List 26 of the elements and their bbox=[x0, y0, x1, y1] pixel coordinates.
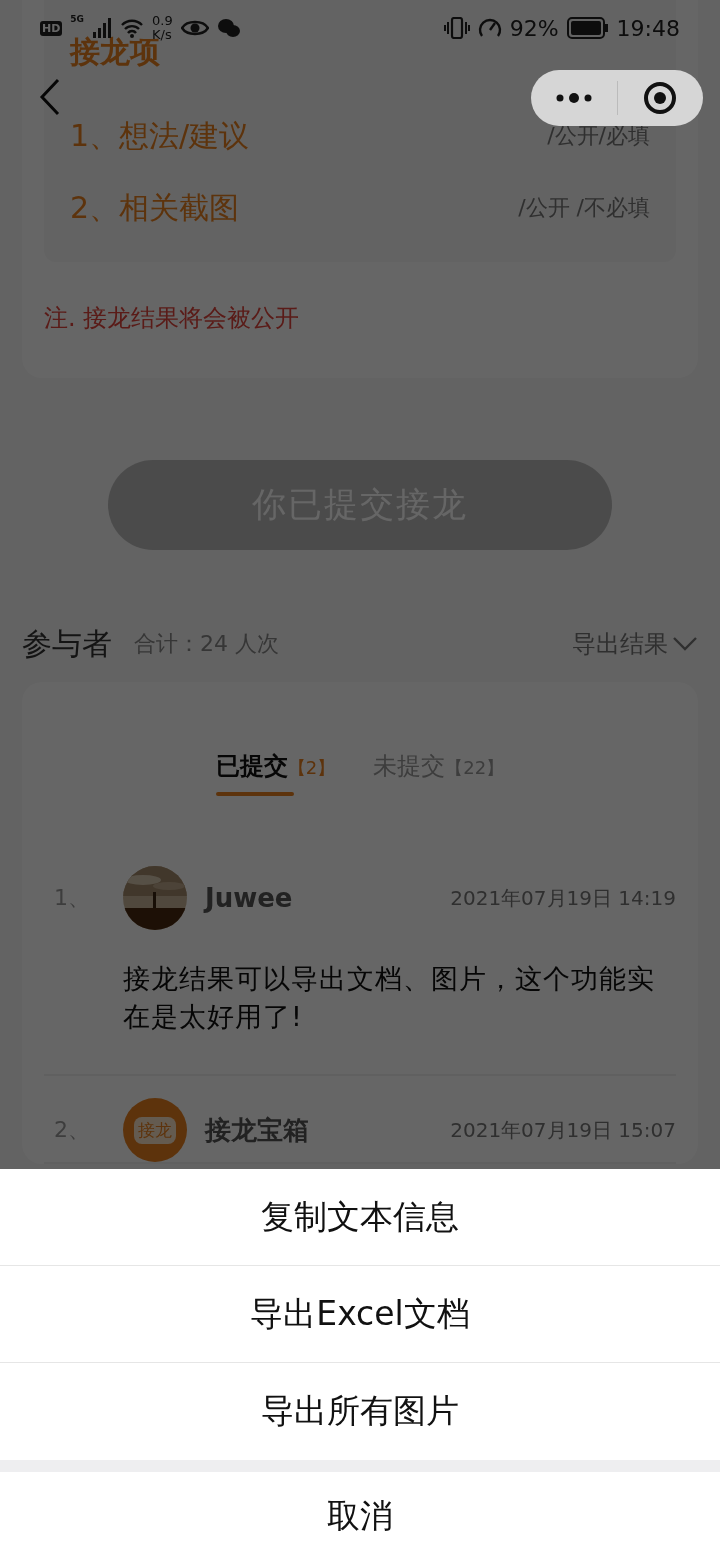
battery-percent: 92% bbox=[509, 15, 559, 41]
comment-text: 接龙结果可以导出文档、图片，这个功能实在是太好用了! bbox=[123, 962, 656, 1034]
clock: 19:48 bbox=[616, 15, 680, 41]
cancel-button[interactable]: 取消 bbox=[0, 1472, 720, 1560]
tab[interactable]: 已提交【2】 bbox=[215, 750, 336, 796]
battery-icon bbox=[566, 17, 609, 39]
participants-title: 参与者 bbox=[22, 624, 112, 663]
note-text: 注. 接龙结果将会被公开 bbox=[44, 303, 301, 334]
user-name: 接龙宝箱 bbox=[205, 1113, 309, 1147]
eye-icon bbox=[180, 19, 209, 37]
vibrate-icon bbox=[443, 17, 470, 39]
back-icon bbox=[38, 76, 62, 117]
sheet-option[interactable]: 复制文本信息 bbox=[0, 1169, 720, 1266]
item-label: 2、相关截图 bbox=[70, 188, 240, 227]
network-type: 5G bbox=[70, 14, 84, 24]
speed-value: 0.9 bbox=[152, 14, 173, 28]
signal-icon bbox=[92, 18, 112, 38]
wifi-icon bbox=[120, 18, 144, 38]
item-label: 1、想法/建议 bbox=[70, 116, 250, 155]
sheet-option[interactable]: 导出所有图片 bbox=[0, 1363, 720, 1460]
logo-text: 接龙 bbox=[134, 1116, 176, 1144]
chevron-down-icon bbox=[672, 636, 698, 652]
sheet-option[interactable]: 导出Excel文档 bbox=[0, 1266, 720, 1363]
user-name: Juwee bbox=[205, 883, 293, 913]
speedometer-icon bbox=[477, 17, 502, 39]
close-icon bbox=[643, 81, 678, 115]
